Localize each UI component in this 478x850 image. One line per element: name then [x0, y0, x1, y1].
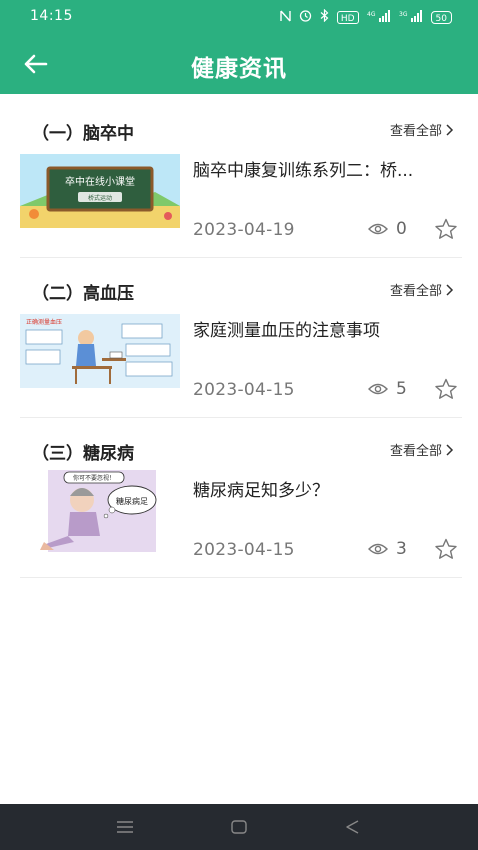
divider: [20, 417, 462, 418]
view-all-button[interactable]: 查看全部: [390, 280, 454, 299]
status-bar: 14:15 HD 4G 3G 50: [0, 0, 478, 34]
system-back-button[interactable]: [342, 817, 364, 837]
back-triangle-icon: [346, 820, 359, 834]
bluetooth-icon: [320, 8, 329, 26]
section-header: （二）高血压 查看全部: [0, 274, 478, 304]
svg-text:4G: 4G: [367, 11, 376, 18]
article-item[interactable]: 正确测量血压 家庭测量血压的注意事项 2023-04-15 5: [0, 314, 478, 424]
article-date: 2023-04-15: [193, 380, 295, 400]
svg-text:3G: 3G: [399, 11, 408, 18]
section-title: （三）糖尿病: [32, 444, 134, 464]
article-title: 家庭测量血压的注意事项: [193, 321, 380, 341]
article-item[interactable]: 你可不要忽视！ 糖尿病足 糖尿病足知多少？ 2023-04-15 3: [0, 470, 478, 584]
article-date: 2023-04-19: [193, 220, 295, 240]
nfc-icon: [280, 10, 291, 26]
chevron-right-icon: [446, 443, 454, 456]
thumbnail-caption: 你可不要忽视！: [73, 474, 115, 482]
view-all-label: 查看全部: [389, 124, 442, 139]
article-item[interactable]: 卒中在线小课堂 桥式运动 脑卒中康复训练系列二：桥... 2023-04-19 …: [0, 154, 478, 264]
article-title: 脑卒中康复训练系列二：桥...: [193, 161, 414, 181]
signal-icon-1: 4G: [367, 9, 391, 26]
view-count-value: 3: [396, 539, 407, 559]
menu-icon: [117, 821, 133, 833]
section-title: （一）脑卒中: [32, 124, 134, 144]
status-icons: HD 4G 3G 50: [280, 8, 452, 26]
section-header: （三）糖尿病 查看全部: [0, 434, 478, 464]
favorite-button[interactable]: [434, 378, 458, 400]
eye-icon: [368, 543, 388, 555]
view-all-button[interactable]: 查看全部: [390, 440, 454, 459]
section-hypertension: （二）高血压 查看全部 正确测量血压 家庭测量血压的注意事项 2023-04-1…: [0, 274, 478, 434]
signal-icon-2: 3G: [399, 9, 423, 26]
article-thumbnail: 卒中在线小课堂 桥式运动: [20, 154, 180, 228]
view-all-label: 查看全部: [389, 284, 442, 299]
app-header: 健康资讯: [0, 34, 478, 94]
eye-icon: [368, 383, 388, 395]
thumbnail-title: 卒中在线小课堂: [65, 175, 135, 188]
thumbnail-subtitle: 桥式运动: [88, 194, 112, 202]
view-count: 5: [368, 379, 407, 399]
recent-apps-button[interactable]: [114, 817, 136, 837]
view-all-label: 查看全部: [389, 444, 442, 459]
hd-badge: HD: [336, 11, 359, 24]
system-nav-bar: [0, 804, 478, 850]
section-header: （一）脑卒中 查看全部: [0, 114, 478, 144]
favorite-button[interactable]: [434, 538, 458, 560]
eye-icon: [368, 223, 388, 235]
chevron-right-icon: [446, 283, 454, 296]
divider: [20, 577, 462, 578]
divider: [20, 257, 462, 258]
view-count-value: 0: [396, 219, 407, 239]
section-title: （二）高血压: [32, 284, 134, 304]
article-title: 糖尿病足知多少？: [193, 481, 329, 501]
view-count-value: 5: [396, 379, 407, 399]
favorite-button[interactable]: [434, 218, 458, 240]
chevron-right-icon: [446, 123, 454, 136]
thumbnail-title: 正确测量血压: [26, 318, 62, 326]
section-stroke: （一）脑卒中 查看全部 卒中在线小课堂 桥式运动 脑卒中康复训练系列二：桥...…: [0, 114, 478, 274]
home-icon: [231, 820, 247, 834]
star-icon: [435, 538, 457, 559]
view-count: 0: [368, 219, 407, 239]
article-thumbnail: 正确测量血压: [20, 314, 180, 388]
star-icon: [435, 218, 457, 239]
battery-indicator: 50: [430, 11, 452, 24]
article-date: 2023-04-15: [193, 540, 295, 560]
thumbnail-bubble-text: 糖尿病足: [116, 496, 148, 506]
star-icon: [435, 378, 457, 399]
section-diabetes: （三）糖尿病 查看全部 你可不要忽视！ 糖尿病足 糖尿病足知多少？ 2023-0…: [0, 434, 478, 594]
home-button[interactable]: [228, 817, 250, 837]
page-title: 健康资讯: [191, 56, 287, 82]
status-time: 14:15: [30, 8, 73, 24]
view-all-button[interactable]: 查看全部: [390, 120, 454, 139]
alarm-icon: [299, 9, 312, 26]
view-count: 3: [368, 539, 407, 559]
article-thumbnail: 你可不要忽视！ 糖尿病足: [20, 470, 180, 552]
